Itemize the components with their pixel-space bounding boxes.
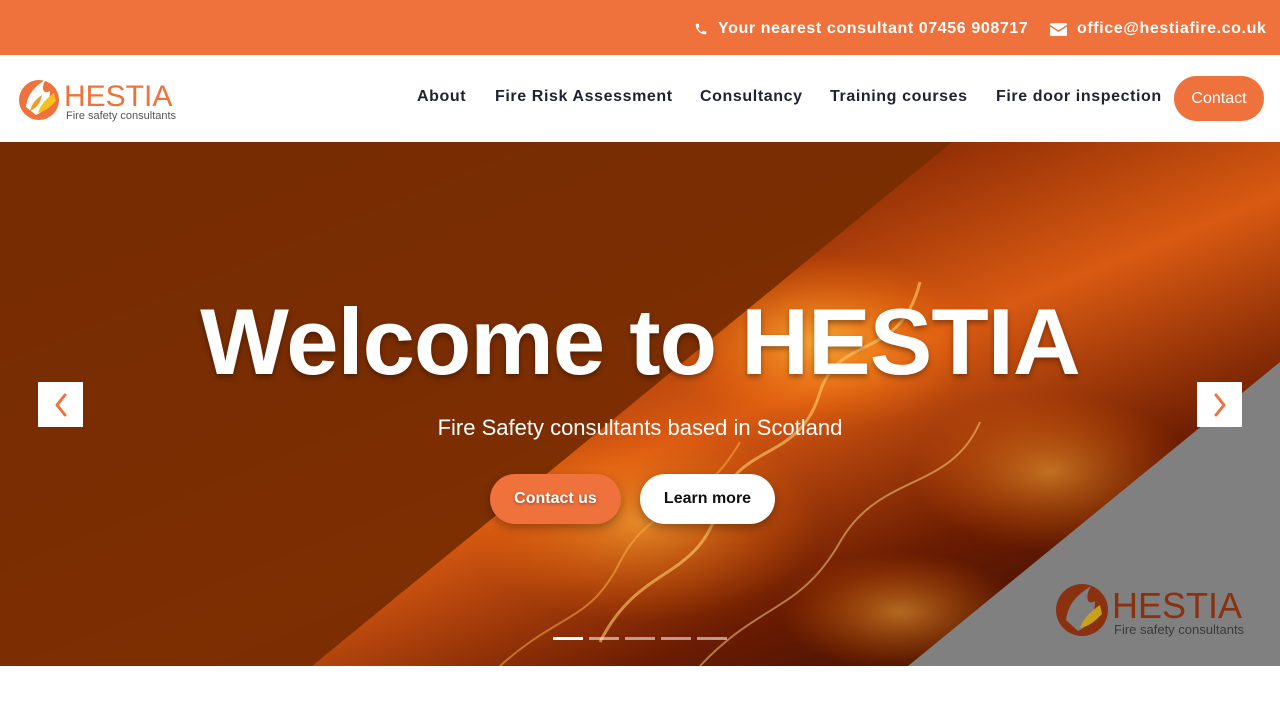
- svg-text:Fire safety consultants: Fire safety consultants: [1114, 622, 1245, 637]
- svg-text:HESTIA: HESTIA: [1112, 585, 1242, 626]
- nav-about[interactable]: About: [417, 88, 466, 106]
- hero-title: Welcome to HESTIA: [200, 289, 1081, 394]
- nav-training-courses[interactable]: Training courses: [830, 88, 968, 106]
- envelope-icon: [1050, 22, 1067, 36]
- top-contact-bar: Your nearest consultant 07456 908717 off…: [0, 0, 1280, 55]
- chevron-right-icon: [1214, 393, 1225, 416]
- email-text: office@hestiafire.co.uk: [1077, 20, 1267, 37]
- phone-contact[interactable]: Your nearest consultant 07456 908717: [694, 18, 1028, 40]
- flame-logo-icon: HESTIA Fire safety consultants: [1056, 584, 1245, 637]
- slide-indicator[interactable]: [697, 637, 727, 640]
- learn-more-button[interactable]: Learn more: [640, 474, 775, 524]
- nav-fire-risk-assessment[interactable]: Fire Risk Assessment: [495, 88, 673, 106]
- slide-indicator[interactable]: [589, 637, 619, 640]
- hestia-watermark-logo: HESTIA Fire safety consultants: [1054, 580, 1250, 644]
- flame-logo-icon: HESTIA Fire safety consultants: [19, 79, 177, 122]
- hero-subtitle: Fire Safety consultants based in Scotlan…: [437, 415, 843, 440]
- main-navbar: HESTIA Fire safety consultants About Fir…: [0, 55, 1280, 142]
- hero-slider: Welcome to HESTIA Fire Safety consultant…: [0, 142, 1280, 666]
- slider-next-button[interactable]: [1197, 382, 1242, 427]
- slide-indicator[interactable]: [625, 637, 655, 640]
- chevron-left-icon: [55, 393, 66, 416]
- hestia-logo[interactable]: HESTIA Fire safety consultants: [16, 73, 178, 125]
- email-contact[interactable]: office@hestiafire.co.uk: [1050, 18, 1266, 40]
- slider-prev-button[interactable]: [38, 382, 83, 427]
- svg-text:Fire safety consultants: Fire safety consultants: [66, 110, 177, 122]
- phone-text: Your nearest consultant 07456 908717: [718, 20, 1029, 37]
- contact-button[interactable]: Contact: [1174, 76, 1264, 121]
- slider-pagination: [553, 637, 733, 640]
- nav-consultancy[interactable]: Consultancy: [700, 88, 803, 106]
- svg-text:HESTIA: HESTIA: [64, 80, 172, 113]
- nav-fire-door-inspection[interactable]: Fire door inspection: [996, 88, 1162, 106]
- slide-indicator[interactable]: [553, 637, 583, 640]
- slide-indicator[interactable]: [661, 637, 691, 640]
- contact-us-button[interactable]: Contact us: [490, 474, 621, 524]
- phone-icon: [695, 23, 707, 35]
